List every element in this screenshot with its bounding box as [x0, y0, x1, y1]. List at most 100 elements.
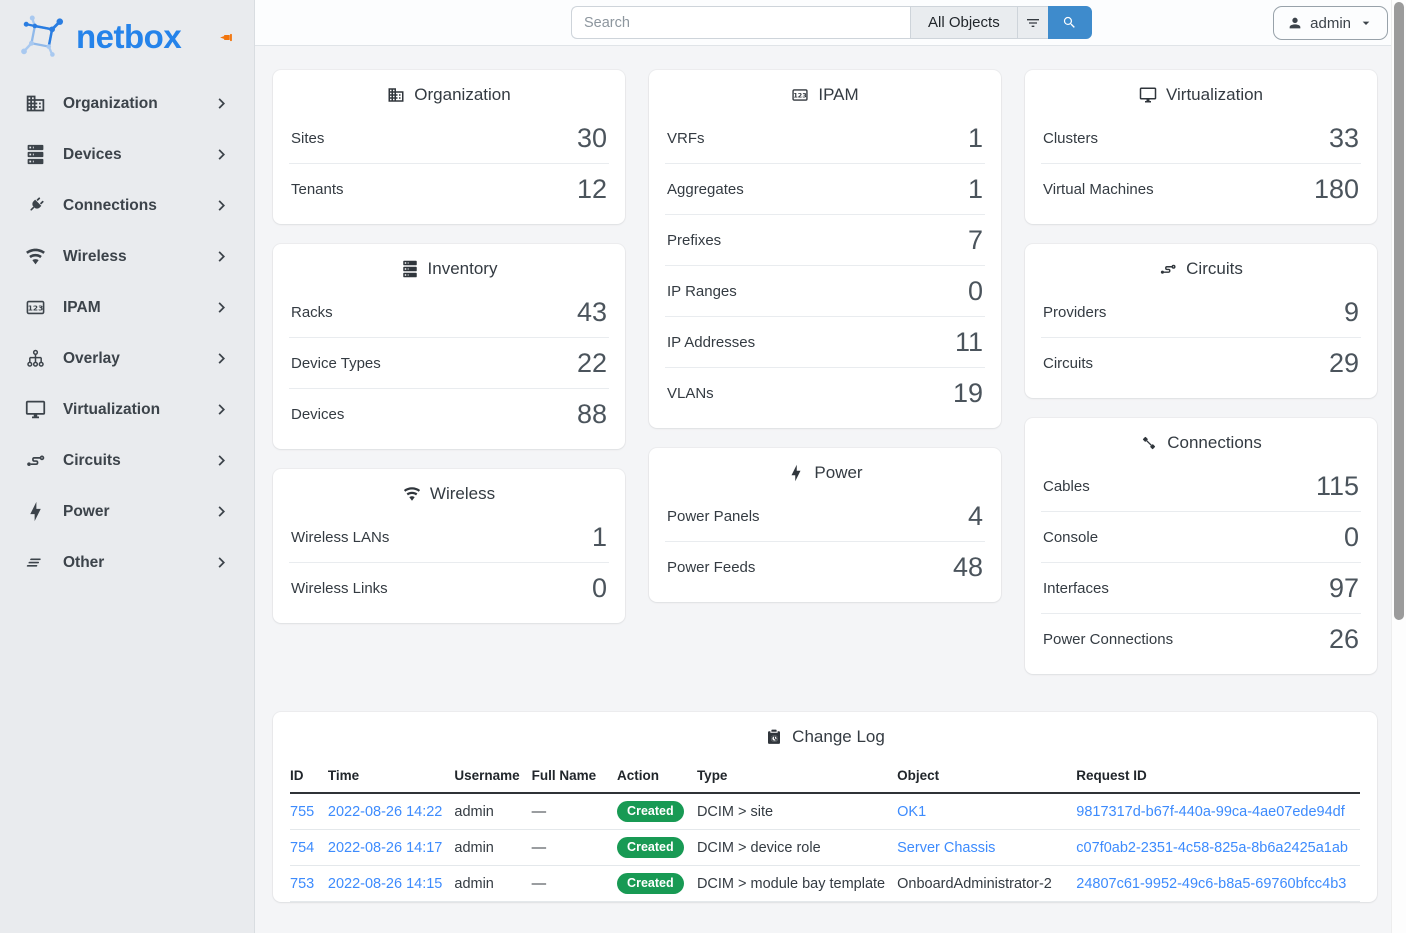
stat-value: 19: [953, 378, 983, 408]
column-header-id: ID: [290, 759, 328, 793]
top-navbar: All Objects admin: [255, 0, 1406, 46]
stat-label: Aggregates: [667, 181, 744, 198]
time-link[interactable]: 2022-08-26 14:22: [328, 804, 443, 820]
sidebar-item-power[interactable]: Power: [14, 492, 240, 531]
stat-row-circuits[interactable]: Circuits29: [1041, 337, 1361, 388]
stat-row-ip-addresses[interactable]: IP Addresses11: [665, 316, 985, 367]
stat-label: Prefixes: [667, 232, 721, 249]
stat-label: Cables: [1043, 478, 1090, 495]
action-badge: Created: [617, 801, 684, 822]
stat-row-providers[interactable]: Providers9: [1041, 287, 1361, 337]
stat-row-cables[interactable]: Cables115: [1041, 461, 1361, 511]
search-input[interactable]: [571, 6, 910, 39]
sidebar-item-ipam[interactable]: 123IPAM: [14, 288, 240, 327]
cell-id: 755: [290, 793, 328, 830]
stat-label: Racks: [291, 304, 333, 321]
time-link[interactable]: 2022-08-26 14:15: [328, 876, 443, 892]
stat-row-console[interactable]: Console0: [1041, 511, 1361, 562]
sidebar-item-virtualization[interactable]: Virtualization: [14, 390, 240, 429]
card-body: Racks43Device Types22Devices88: [273, 285, 625, 449]
stat-value: 97: [1329, 573, 1359, 603]
request-id-link[interactable]: c07f0ab2-2351-4c58-825a-8b6a2425a1ab: [1076, 840, 1348, 856]
request-id-link[interactable]: 24807c61-9952-49c6-b8a5-69760bfcc4b3: [1076, 876, 1346, 892]
time-link[interactable]: 2022-08-26 14:17: [328, 840, 443, 856]
username-text: admin: [454, 876, 494, 892]
search-submit-button[interactable]: [1048, 6, 1092, 39]
card-body: VRFs1 Aggregates 1 Prefixes7IP Ranges0IP Ad…: [649, 111, 1001, 428]
wifi-icon: [403, 485, 421, 503]
object-link[interactable]: OK1: [897, 804, 926, 820]
stat-row-aggregates[interactable]: Aggregates 1: [665, 163, 985, 214]
chevron-right-icon: [211, 450, 232, 471]
card-header: Circuits: [1025, 244, 1377, 285]
cell-request-id: c07f0ab2-2351-4c58-825a-8b6a2425a1ab: [1076, 830, 1360, 866]
scrollbar-thumb[interactable]: [1394, 2, 1404, 620]
sidebar-item-devices[interactable]: Devices: [14, 135, 240, 174]
stat-row-wireless-lans[interactable]: Wireless LANs1: [289, 512, 609, 562]
counter-icon: 123: [25, 297, 46, 318]
stat-label: Device Types: [291, 355, 381, 372]
stat-row-virtual-machines[interactable]: Virtual Machines180: [1041, 163, 1361, 214]
search-scope-button[interactable]: All Objects: [910, 6, 1017, 39]
stat-value: 1: [968, 174, 983, 204]
card-change-log: Change Log IDTimeUsernameFull NameAction…: [273, 712, 1377, 902]
id-link[interactable]: 754: [290, 840, 314, 856]
pin-sidebar-icon[interactable]: [218, 29, 235, 46]
card-connections: Connections Cables115Console0 Interfaces 97…: [1025, 418, 1377, 674]
sidebar-item-connections[interactable]: Connections: [14, 186, 240, 225]
stat-row-power-panels[interactable]: Power Panels 4: [665, 491, 985, 541]
card-title: Connections: [1167, 433, 1262, 453]
netbox-logo[interactable]: netbox: [0, 0, 254, 76]
sidebar-item-other[interactable]: Other: [14, 543, 240, 582]
stat-row-wireless-links[interactable]: Wireless Links0: [289, 562, 609, 613]
stat-row-tenants[interactable]: Tenants12: [289, 163, 609, 214]
bolt-icon: [787, 464, 805, 482]
object-text: OnboardAdministrator-2: [897, 876, 1052, 892]
scrollbar[interactable]: [1391, 0, 1406, 933]
stat-label: Interfaces: [1043, 580, 1109, 597]
stat-label: Wireless LANs: [291, 529, 389, 546]
username-text: admin: [454, 804, 494, 820]
request-id-link[interactable]: 9817317d-b67f-440a-99ca-4ae07ede94df: [1076, 804, 1344, 820]
sidebar-item-circuits[interactable]: Circuits: [14, 441, 240, 480]
sidebar-item-label: Wireless: [63, 248, 194, 266]
stat-row-ip-ranges[interactable]: IP Ranges0: [665, 265, 985, 316]
type-text: DCIM > site: [697, 804, 773, 820]
filter-button[interactable]: [1017, 6, 1048, 39]
clipboard-clock-icon: [765, 728, 783, 746]
user-menu-button[interactable]: admin: [1273, 6, 1388, 40]
cell-object: OK1: [897, 793, 1076, 830]
stat-label: Wireless Links: [291, 580, 388, 597]
stat-label: Power Feeds: [667, 559, 755, 576]
cell-request-id: 9817317d-b67f-440a-99ca-4ae07ede94df: [1076, 793, 1360, 830]
stat-row-power-connections[interactable]: Power Connections26: [1041, 613, 1361, 664]
sidebar-item-overlay[interactable]: Overlay: [14, 339, 240, 378]
stat-label: Power Panels: [667, 508, 760, 525]
stat-row-vlans[interactable]: VLANs19: [665, 367, 985, 418]
stat-row-clusters[interactable]: Clusters33: [1041, 113, 1361, 163]
sidebar-item-organization[interactable]: Organization: [14, 84, 240, 123]
sidebar-item-wireless[interactable]: Wireless: [14, 237, 240, 276]
column-header-time: Time: [328, 759, 455, 793]
sidebar-item-label: Circuits: [63, 452, 194, 470]
stat-row-racks[interactable]: Racks43: [289, 287, 609, 337]
stat-value: 30: [577, 123, 607, 153]
stat-value: 4: [968, 501, 983, 531]
id-link[interactable]: 753: [290, 876, 314, 892]
sidebar-nav: Organization Devices Connections Wireless 12…: [0, 76, 254, 582]
object-link[interactable]: Server Chassis: [897, 840, 995, 856]
stat-value: 26: [1329, 624, 1359, 654]
filter-icon: [1025, 15, 1041, 31]
stat-row-interfaces[interactable]: Interfaces 97: [1041, 562, 1361, 613]
id-link[interactable]: 755: [290, 804, 314, 820]
stat-row-prefixes[interactable]: Prefixes7: [665, 214, 985, 265]
card-body: Cables115Console0 Interfaces 97 Power Conne…: [1025, 459, 1377, 674]
stat-row-vrfs[interactable]: VRFs1: [665, 113, 985, 163]
stat-row-power-feeds[interactable]: Power Feeds48: [665, 541, 985, 592]
chevron-down-icon: [1358, 15, 1374, 31]
stat-row-device-types[interactable]: Device Types22: [289, 337, 609, 388]
change-log-row: 7532022-08-26 14:15admin—CreatedDCIM > m…: [290, 866, 1360, 902]
stat-label: VRFs: [667, 130, 705, 147]
stat-row-devices[interactable]: Devices88: [289, 388, 609, 439]
stat-row-sites[interactable]: Sites30: [289, 113, 609, 163]
